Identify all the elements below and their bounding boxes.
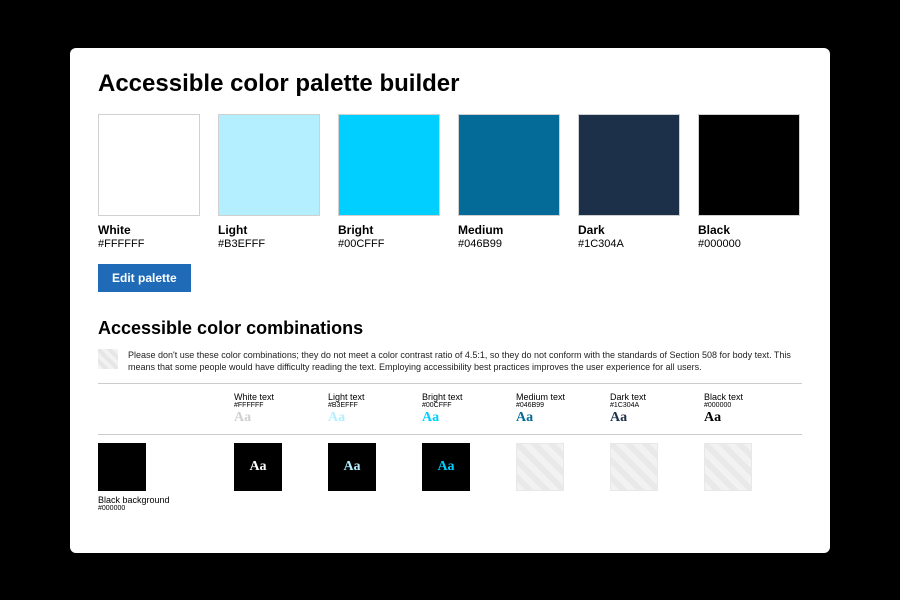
swatch-hex: #00CFFF [338, 238, 440, 250]
combo-header-cell: Dark text#1C304AAa [610, 392, 680, 426]
swatch-name: Medium [458, 223, 560, 237]
combo-header-sample: Aa [328, 410, 398, 426]
combo-cell: Aa [328, 443, 398, 491]
combo-cell [610, 443, 680, 491]
combo-row-bg-hex: #000000 [98, 505, 210, 512]
warn-pattern-icon [98, 349, 118, 369]
swatch-box[interactable] [218, 114, 320, 216]
combo-header-cell: Black text#000000Aa [704, 392, 774, 426]
swatch-col: Medium#046B99 [458, 114, 560, 250]
combo-header-sample: Aa [704, 410, 774, 426]
swatch-box[interactable] [458, 114, 560, 216]
swatch-box[interactable] [698, 114, 800, 216]
combo-sample-invalid [610, 443, 658, 491]
swatch-name: Black [698, 223, 800, 237]
combo-header-label: Bright text [422, 392, 492, 402]
warning-row: Please don't use these color combination… [98, 349, 802, 373]
combo-header-cell: White text#FFFFFFAa [234, 392, 304, 426]
combo-header-hex: #046B99 [516, 402, 586, 409]
combo-header-hex: #000000 [704, 402, 774, 409]
divider [98, 434, 802, 435]
swatch-name: Dark [578, 223, 680, 237]
palette-row: White#FFFFFFLight#B3EFFFBright#00CFFFMed… [98, 114, 802, 250]
combo-cell [704, 443, 774, 491]
swatch-col: White#FFFFFF [98, 114, 200, 250]
combo-cell: Aa [422, 443, 492, 491]
combo-header-hex: #1C304A [610, 402, 680, 409]
combo-row-bg-label: Black background [98, 495, 210, 505]
combo-header-sample: Aa [234, 410, 304, 426]
combo-sample-invalid [704, 443, 752, 491]
swatch-col: Black#000000 [698, 114, 800, 250]
swatch-hex: #046B99 [458, 238, 560, 250]
combo-cell [516, 443, 586, 491]
combo-sample-valid: Aa [328, 443, 376, 491]
swatch-hex: #B3EFFF [218, 238, 320, 250]
combo-sample-invalid [516, 443, 564, 491]
swatch-box[interactable] [578, 114, 680, 216]
combo-header-cell: Bright text#00CFFFAa [422, 392, 492, 426]
combo-header-sample: Aa [422, 410, 492, 426]
swatch-col: Bright#00CFFF [338, 114, 440, 250]
combinations-table: White text#FFFFFFAaLight text#B3EFFFAaBr… [98, 392, 802, 512]
app-window: Accessible color palette builder White#F… [70, 48, 830, 553]
edit-palette-button[interactable]: Edit palette [98, 264, 191, 292]
swatch-name: White [98, 223, 200, 237]
combo-header-hex: #00CFFF [422, 402, 492, 409]
swatch-name: Bright [338, 223, 440, 237]
combo-header-sample: Aa [610, 410, 680, 426]
warning-text: Please don't use these color combination… [128, 349, 802, 373]
swatch-hex: #1C304A [578, 238, 680, 250]
combo-cell: Aa [234, 443, 304, 491]
combo-header-label: Black text [704, 392, 774, 402]
combo-header-hex: #FFFFFF [234, 402, 304, 409]
combinations-header-row: White text#FFFFFFAaLight text#B3EFFFAaBr… [98, 392, 802, 426]
combo-sample-valid: Aa [422, 443, 470, 491]
swatch-hex: #FFFFFF [98, 238, 200, 250]
combo-row-bg-swatch [98, 443, 146, 491]
combo-header-sample: Aa [516, 410, 586, 426]
divider [98, 383, 802, 384]
page-title: Accessible color palette builder [98, 70, 802, 98]
combo-header-cell: Light text#B3EFFFAa [328, 392, 398, 426]
combo-header-label: White text [234, 392, 304, 402]
section-combinations-title: Accessible color combinations [98, 318, 802, 339]
combo-header-hex: #B3EFFF [328, 402, 398, 409]
combo-header-cell: Medium text#046B99Aa [516, 392, 586, 426]
swatch-col: Light#B3EFFF [218, 114, 320, 250]
combo-header-label: Dark text [610, 392, 680, 402]
swatch-box[interactable] [338, 114, 440, 216]
swatch-col: Dark#1C304A [578, 114, 680, 250]
swatch-hex: #000000 [698, 238, 800, 250]
combo-header-label: Medium text [516, 392, 586, 402]
combo-sample-valid: Aa [234, 443, 282, 491]
combinations-body-row: Black background #000000 Aa Aa Aa [98, 443, 802, 512]
swatch-name: Light [218, 223, 320, 237]
combo-row-label-col: Black background #000000 [98, 443, 210, 512]
swatch-box[interactable] [98, 114, 200, 216]
combo-header-label: Light text [328, 392, 398, 402]
